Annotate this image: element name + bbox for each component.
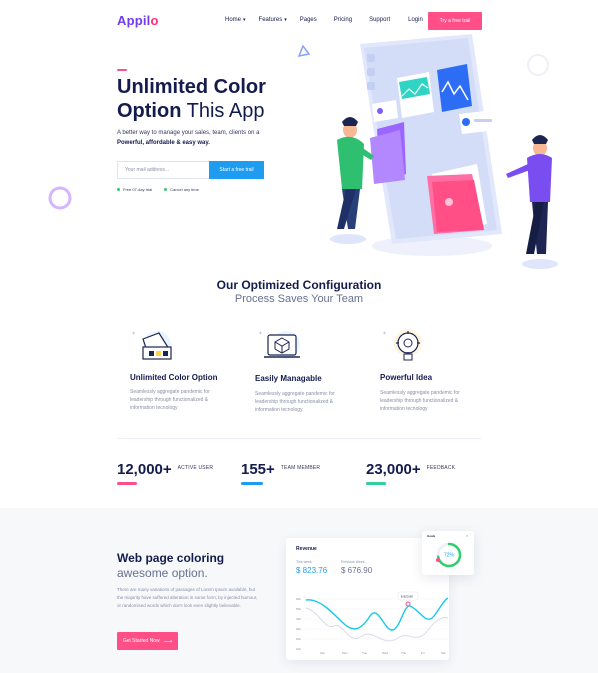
web-section-subtitle: awesome option. xyxy=(117,566,208,580)
section-title: Our Optimized Configuration xyxy=(216,278,382,292)
hero-accent-dash xyxy=(117,69,127,71)
nav-item-pages[interactable]: Pages xyxy=(300,17,317,23)
nav-label: Support xyxy=(369,17,391,23)
progress-card-label: Goals xyxy=(427,534,436,538)
decorative-ring-icon xyxy=(48,186,72,210)
previous-week-value: $ 676.90 xyxy=(341,566,373,575)
web-section-text: There are many variations of passages of… xyxy=(117,587,258,608)
this-week-label: This week xyxy=(296,560,312,564)
y-tick: 30k xyxy=(296,627,301,631)
email-placeholder: Your mail address... xyxy=(125,167,170,173)
this-week-value: $ 823.76 xyxy=(296,566,328,575)
hero-subtitle-bold: Powerful, affordable & easy way. xyxy=(117,140,210,146)
feature-text: Seamlessly aggregate pandemic for leader… xyxy=(380,390,460,412)
brand-name-accent: o xyxy=(150,13,159,28)
revenue-title: Revenue xyxy=(296,546,317,552)
feature-text: Seamlessly aggregate pandemic for leader… xyxy=(255,391,335,413)
decorative-triangle-icon xyxy=(297,44,311,58)
stat-team-members: 155+ TEAM MEMBER xyxy=(241,461,320,478)
nav-label: Pricing xyxy=(333,17,353,23)
legend-dot xyxy=(436,558,440,562)
try-free-trial-button[interactable]: Try a free trail xyxy=(428,12,482,30)
stat-bar xyxy=(117,482,137,485)
x-tick: Sat xyxy=(441,651,446,655)
hero-illustration xyxy=(330,34,558,269)
check-dot-icon xyxy=(117,188,120,191)
web-section-title: Web page coloring xyxy=(117,551,225,565)
nav-label: Features xyxy=(258,17,283,23)
y-tick: 40k xyxy=(296,617,301,621)
nav-item-features[interactable]: Features ▾ xyxy=(259,17,287,23)
main-nav: Home ▾ Features ▾ Pages Pricing Support Lo… xyxy=(225,17,423,23)
previous-week-label: Previous Week xyxy=(341,560,365,564)
chart-tooltip: $ 823.80 xyxy=(401,595,413,599)
x-tick: Sat xyxy=(320,651,325,655)
chevron-down-icon: ▾ xyxy=(243,17,246,23)
hero-subtitle: A better way to manage your sales, team,… xyxy=(117,128,287,148)
y-tick: 10k xyxy=(296,647,301,651)
y-tick: 20k xyxy=(296,637,301,641)
stat-bar xyxy=(366,482,386,485)
close-icon[interactable]: × xyxy=(466,533,468,538)
email-input[interactable]: Your mail address... xyxy=(117,161,209,179)
stat-feedback: 23,000+ FEEDBACK xyxy=(366,461,455,478)
brand-name: Appil xyxy=(117,13,151,28)
nav-label: Login xyxy=(408,17,423,23)
x-tick: Wed xyxy=(382,651,388,655)
stat-label: TEAM MEMBER xyxy=(280,465,321,471)
start-free-trial-button[interactable]: Start a free trail xyxy=(209,161,264,179)
check-item: Cancel any time xyxy=(164,187,199,192)
nav-item-home[interactable]: Home ▾ xyxy=(225,17,246,23)
color-palette-icon xyxy=(132,331,172,360)
hero-title: Unlimited Color Option This App xyxy=(117,75,317,123)
lightbulb-gear-icon xyxy=(383,329,422,361)
nav-item-login[interactable]: Login xyxy=(408,17,423,23)
nav-item-pricing[interactable]: Pricing xyxy=(334,17,352,23)
get-started-button[interactable]: Get Started Now ⟶ xyxy=(117,632,178,650)
stat-bar xyxy=(241,482,263,485)
nav-label: Home xyxy=(225,17,242,23)
x-tick: Thu xyxy=(401,651,407,655)
hero-checks: Free 07-day trial Cancel any time xyxy=(117,187,211,192)
stat-number: 155+ xyxy=(241,461,275,478)
brand-logo[interactable]: Appilo xyxy=(117,13,159,28)
feature-title: Powerful Idea xyxy=(380,373,433,382)
stat-number: 23,000+ xyxy=(366,461,421,478)
hero-title-thin: This App xyxy=(181,100,265,122)
divider xyxy=(117,438,481,439)
nav-label: Pages xyxy=(299,17,317,23)
nav-item-support[interactable]: Support xyxy=(369,17,390,23)
feature-title: Easily Managable xyxy=(255,374,322,383)
hero-title-bold: Option xyxy=(117,100,182,122)
stat-label: FEEDBACK xyxy=(426,465,456,471)
get-started-label: Get Started Now xyxy=(122,638,160,644)
check-dot-icon xyxy=(164,188,168,191)
x-tick: Mon xyxy=(342,651,348,655)
check-item: Free 07-day trial xyxy=(117,187,152,192)
y-tick: 60k xyxy=(296,597,301,601)
cube-laptop-icon xyxy=(259,331,300,359)
x-tick: Tue xyxy=(362,651,367,655)
chevron-down-icon: ▾ xyxy=(284,17,287,23)
stat-label: ACTIVE USER xyxy=(177,465,214,471)
feature-text: Seamlessly aggregate pandemic for leader… xyxy=(130,389,210,411)
stat-number: 12,000+ xyxy=(117,461,172,478)
progress-percent: 72% xyxy=(444,553,455,559)
progress-ring: 72% xyxy=(436,542,462,568)
hero-title-line1: Unlimited Color xyxy=(117,76,266,98)
check-label: Cancel any time xyxy=(170,187,199,192)
feature-title: Unlimited Color Option xyxy=(130,373,218,382)
revenue-line-chart[interactable]: 60k 50k 40k 30k 20k 10k $ 823.80 Sat Mon… xyxy=(290,586,450,656)
section-subtitle: Process Saves Your Team xyxy=(234,293,364,305)
hero-subtitle-text: A better way to manage your sales, team,… xyxy=(117,130,260,136)
check-label: Free 07-day trial xyxy=(123,187,153,192)
x-tick: Fri xyxy=(421,651,425,655)
stat-active-users: 12,000+ ACTIVE USER xyxy=(117,461,213,478)
y-tick: 50k xyxy=(296,607,301,611)
arrow-right-icon: ⟶ xyxy=(163,638,173,645)
